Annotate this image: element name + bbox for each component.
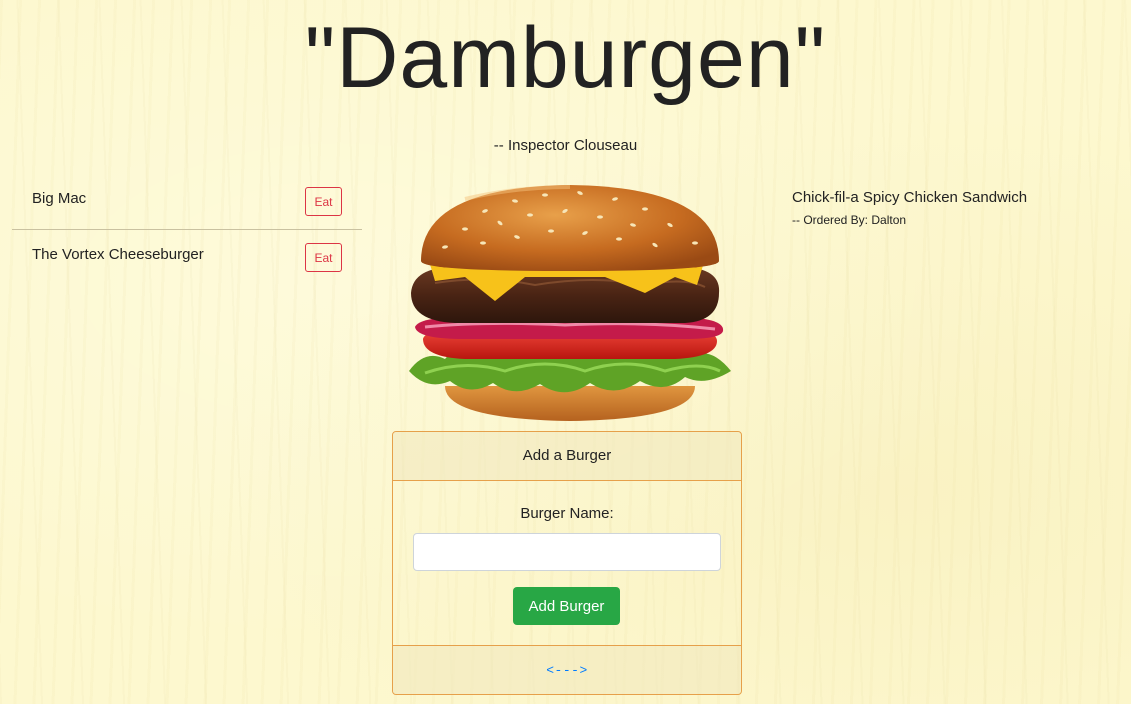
ordered-by-label: -- Ordered By: Dalton (792, 213, 907, 227)
devoured-burger-name: Chick-fil-a Spicy Chicken Sandwich (792, 189, 1028, 206)
card-body: Burger Name: Add Burger (393, 481, 741, 645)
burger-name: Big Mac (32, 190, 87, 207)
uneaten-burger-list: Big Mac Eat The Vortex Cheeseburger Eat (12, 174, 362, 284)
eat-button[interactable]: Eat (305, 187, 342, 216)
card-header: Add a Burger (393, 432, 741, 481)
burger-name-input[interactable] (413, 533, 721, 571)
footer-link[interactable]: <---> (546, 663, 588, 678)
add-burger-card: Add a Burger Burger Name: Add Burger <--… (392, 431, 742, 695)
quote-attribution: -- Inspector Clouseau (493, 137, 638, 154)
burger-name: The Vortex Cheeseburger (32, 246, 204, 263)
burger-name-label: Burger Name: (520, 505, 614, 522)
page-title: "Damburgen" (304, 10, 827, 106)
add-burger-button[interactable]: Add Burger (513, 587, 620, 625)
list-item: The Vortex Cheeseburger Eat (12, 229, 362, 284)
card-footer: <---> (393, 645, 741, 694)
devoured-burger-list: Chick-fil-a Spicy Chicken Sandwich -- Or… (792, 189, 1112, 227)
eat-button[interactable]: Eat (305, 243, 342, 272)
burger-image (409, 185, 731, 421)
list-item: Big Mac Eat (12, 174, 362, 229)
